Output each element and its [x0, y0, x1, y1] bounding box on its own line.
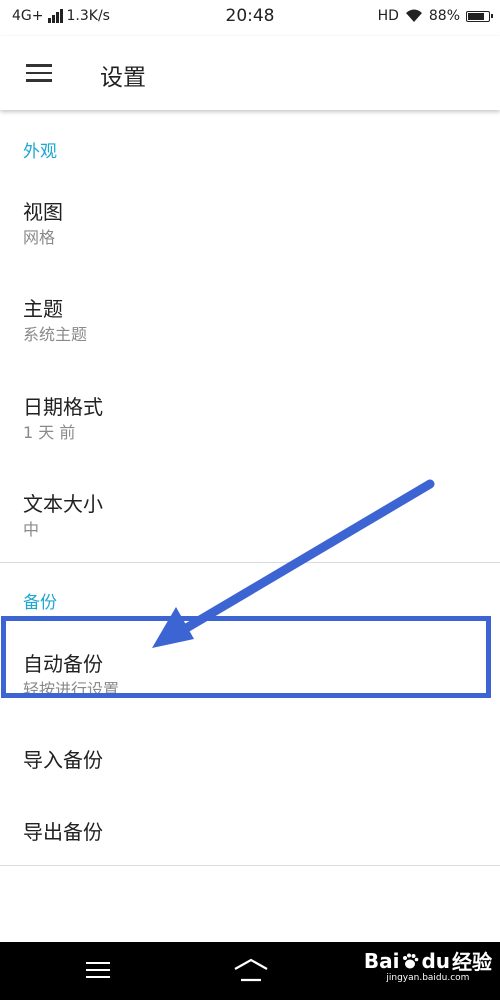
pref-item-import-backup[interactable]: 导入备份 — [0, 744, 500, 784]
status-right: HD 88% — [377, 8, 493, 24]
pref-summary: 1 天 前 — [23, 423, 76, 442]
battery-text: 88% — [428, 8, 460, 24]
menu-icon[interactable] — [86, 962, 110, 980]
settings-screen: 4G+ 1.3K/s 20:48 HD 88% 设置 外观 视图 网格 主题 系… — [0, 0, 500, 1000]
section-header-backup: 备份 — [23, 593, 57, 613]
pref-item-export-backup[interactable]: 导出备份 — [0, 816, 500, 856]
wifi-icon — [405, 9, 422, 22]
pref-title: 导入备份 — [23, 748, 103, 772]
pref-title: 视图 — [23, 200, 63, 224]
section-divider — [0, 865, 500, 866]
pref-item-text-size[interactable]: 文本大小 中 — [0, 488, 500, 546]
section-header-appearance: 外观 — [23, 142, 57, 162]
pref-summary: 中 — [23, 520, 40, 539]
battery-fill — [468, 12, 484, 20]
hd-indicator: HD — [377, 8, 399, 24]
pref-item-date-format[interactable]: 日期格式 1 天 前 — [0, 391, 500, 449]
pref-item-theme[interactable]: 主题 系统主题 — [0, 293, 500, 351]
annotation-highlight-box — [1, 616, 491, 698]
app-toolbar: 设置 — [0, 36, 500, 110]
baidu-paw-icon — [403, 953, 419, 968]
pref-summary: 系统主题 — [23, 325, 88, 344]
hamburger-menu-icon[interactable] — [26, 64, 52, 82]
watermark-text: du — [421, 948, 450, 973]
pref-item-view[interactable]: 视图 网格 — [0, 196, 500, 254]
watermark-text: 经验 — [452, 950, 492, 974]
home-icon[interactable] — [232, 958, 270, 984]
pref-summary: 网格 — [23, 228, 56, 247]
section-divider — [0, 562, 500, 563]
pref-title: 主题 — [23, 297, 63, 321]
pref-title: 导出备份 — [23, 820, 103, 844]
battery-icon — [466, 10, 493, 22]
page-title: 设置 — [100, 65, 146, 91]
status-bar: 4G+ 1.3K/s 20:48 HD 88% — [0, 0, 500, 36]
system-nav-bar: Bai du 经验 jingyan.baidu.com — [0, 942, 500, 1000]
pref-title: 文本大小 — [23, 492, 103, 516]
baidu-watermark: Bai du 经验 jingyan.baidu.com — [363, 946, 492, 984]
pref-title: 日期格式 — [23, 395, 103, 419]
watermark-text: Bai — [363, 948, 400, 973]
